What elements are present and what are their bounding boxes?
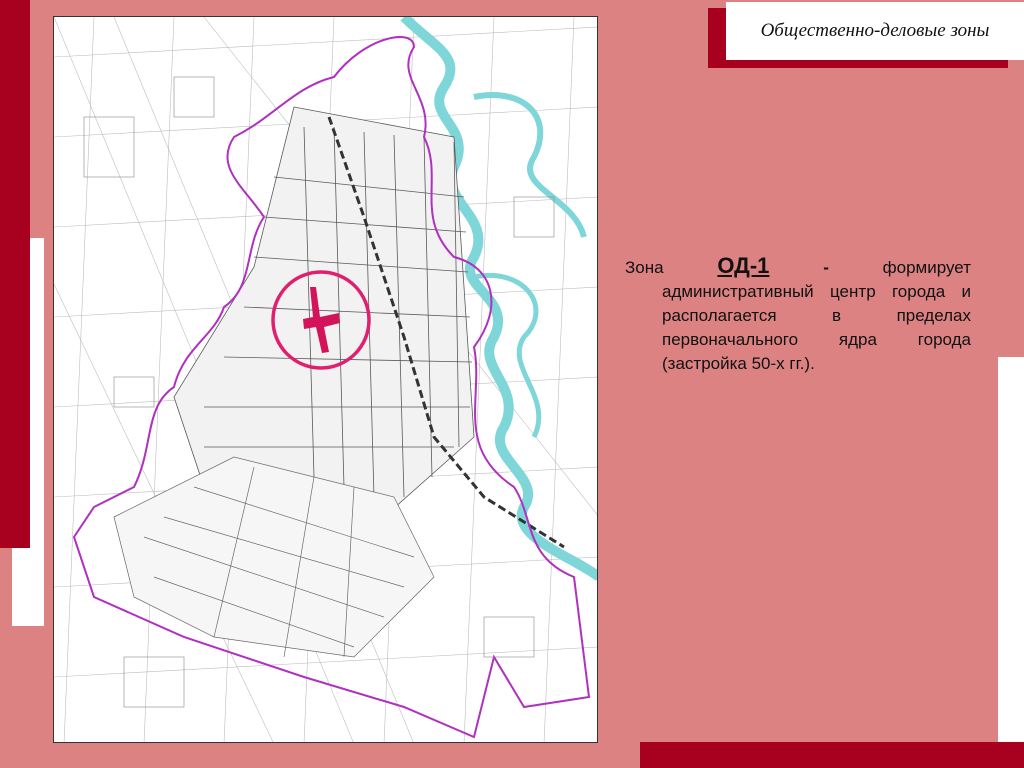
left-white-bar (30, 238, 44, 598)
description-first-line: Зона ОД-1 - формирует (625, 254, 971, 280)
description-verb: формирует (882, 258, 971, 277)
left-white-bar-lower (12, 548, 44, 626)
right-white-bar (998, 357, 1024, 768)
urban-core (173, 106, 475, 518)
city-map-drawing (54, 17, 597, 742)
zone-description: Зона ОД-1 - формирует административный ц… (625, 254, 971, 376)
left-red-bar (0, 0, 30, 548)
zone-code: ОД-1 (717, 253, 770, 278)
title-box: Общественно-деловые зоны (726, 2, 1024, 60)
description-body: административный центр города и располаг… (662, 282, 971, 373)
city-map (53, 16, 598, 743)
slide-title: Общественно-деловые зоны (760, 20, 990, 41)
bottom-red-bar (640, 742, 1024, 768)
description-prefix: Зона (625, 258, 664, 277)
description-dash: - (823, 258, 829, 277)
